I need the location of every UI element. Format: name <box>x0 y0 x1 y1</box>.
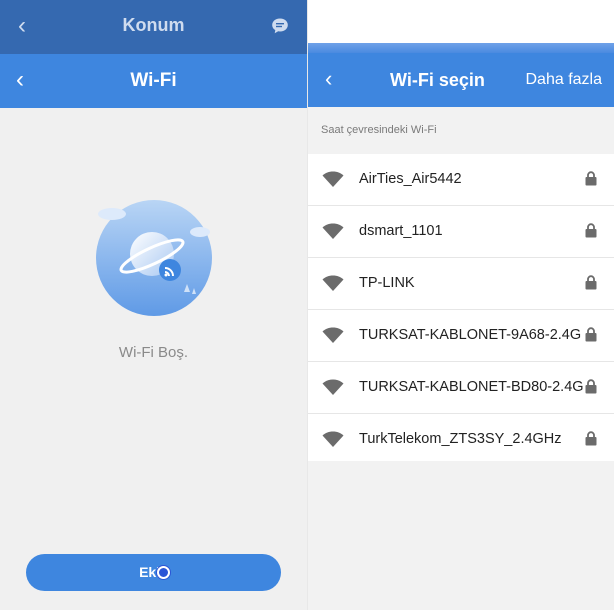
location-header: ‹ Konum <box>0 0 307 54</box>
status-area <box>308 0 614 44</box>
wifi-network-item[interactable]: AirTies_Air5442 <box>308 154 614 206</box>
wifi-header-bar: ‹ Wi-Fi <box>0 54 307 108</box>
planet-wifi-illustration <box>96 200 212 316</box>
cursor-indicator <box>157 566 170 579</box>
wifi-network-item[interactable]: TURKSAT-KABLONET-BD80-2.4G <box>308 362 614 414</box>
wifi-network-name: TURKSAT-KABLONET-9A68-2.4G <box>359 327 582 343</box>
wifi-signal-icon <box>322 379 344 395</box>
wifi-network-name: dsmart_1101 <box>359 223 443 239</box>
wifi-signal-icon <box>322 223 344 239</box>
add-button[interactable]: Ekle <box>26 554 281 591</box>
location-title: Konum <box>122 15 185 35</box>
wifi-signal-icon <box>322 431 344 447</box>
wifi-network-item[interactable]: TURKSAT-KABLONET-9A68-2.4G <box>308 310 614 362</box>
lock-icon <box>585 223 597 238</box>
wifi-network-item[interactable]: TP-LINK <box>308 258 614 310</box>
lock-icon <box>585 379 597 394</box>
header-strip <box>308 43 614 53</box>
wifi-network-list: AirTies_Air5442 dsmart_1101 TP-LINK TURK… <box>308 154 614 466</box>
wifi-network-item[interactable]: dsmart_1101 <box>308 206 614 258</box>
lock-icon <box>585 171 597 186</box>
wifi-signal-icon <box>322 327 344 343</box>
wifi-network-name: TP-LINK <box>359 275 415 291</box>
lock-icon <box>585 275 597 290</box>
empty-wifi-message: Wi-Fi Boş. <box>118 344 189 361</box>
wifi-signal-icon <box>322 171 344 187</box>
lock-icon <box>585 327 597 342</box>
wifi-network-name: TURKSAT-KABLONET-BD80-2.4G <box>359 379 584 395</box>
wifi-signal-icon <box>322 275 344 291</box>
wifi-network-item[interactable]: TurkTelekom_ZTS3SY_2.4GHz <box>308 414 614 466</box>
more-button[interactable]: Daha fazla <box>526 71 603 89</box>
wifi-title: Wi-Fi <box>130 70 177 91</box>
section-label: Saat çevresindeki Wi-Fi <box>321 124 437 136</box>
select-wifi-header: ‹ Wi-Fi seçin Daha fazla <box>308 53 614 107</box>
wifi-network-name: AirTies_Air5442 <box>359 171 462 187</box>
list-background <box>308 461 614 610</box>
back-arrow-icon[interactable]: ‹ <box>325 67 332 91</box>
lock-icon <box>585 431 597 446</box>
chat-icon[interactable] <box>271 17 289 35</box>
select-wifi-title: Wi-Fi seçin <box>390 70 485 90</box>
wifi-network-name: TurkTelekom_ZTS3SY_2.4GHz <box>359 431 562 447</box>
select-wifi-panel: ‹ Wi-Fi seçin Daha fazla Saat çevresinde… <box>308 0 614 610</box>
location-wifi-panel: ‹ Konum ‹ Wi-Fi Wi-Fi Boş. Ekle <box>0 0 307 610</box>
nearby-wifi-section-header: Saat çevresindeki Wi-Fi <box>308 107 614 154</box>
